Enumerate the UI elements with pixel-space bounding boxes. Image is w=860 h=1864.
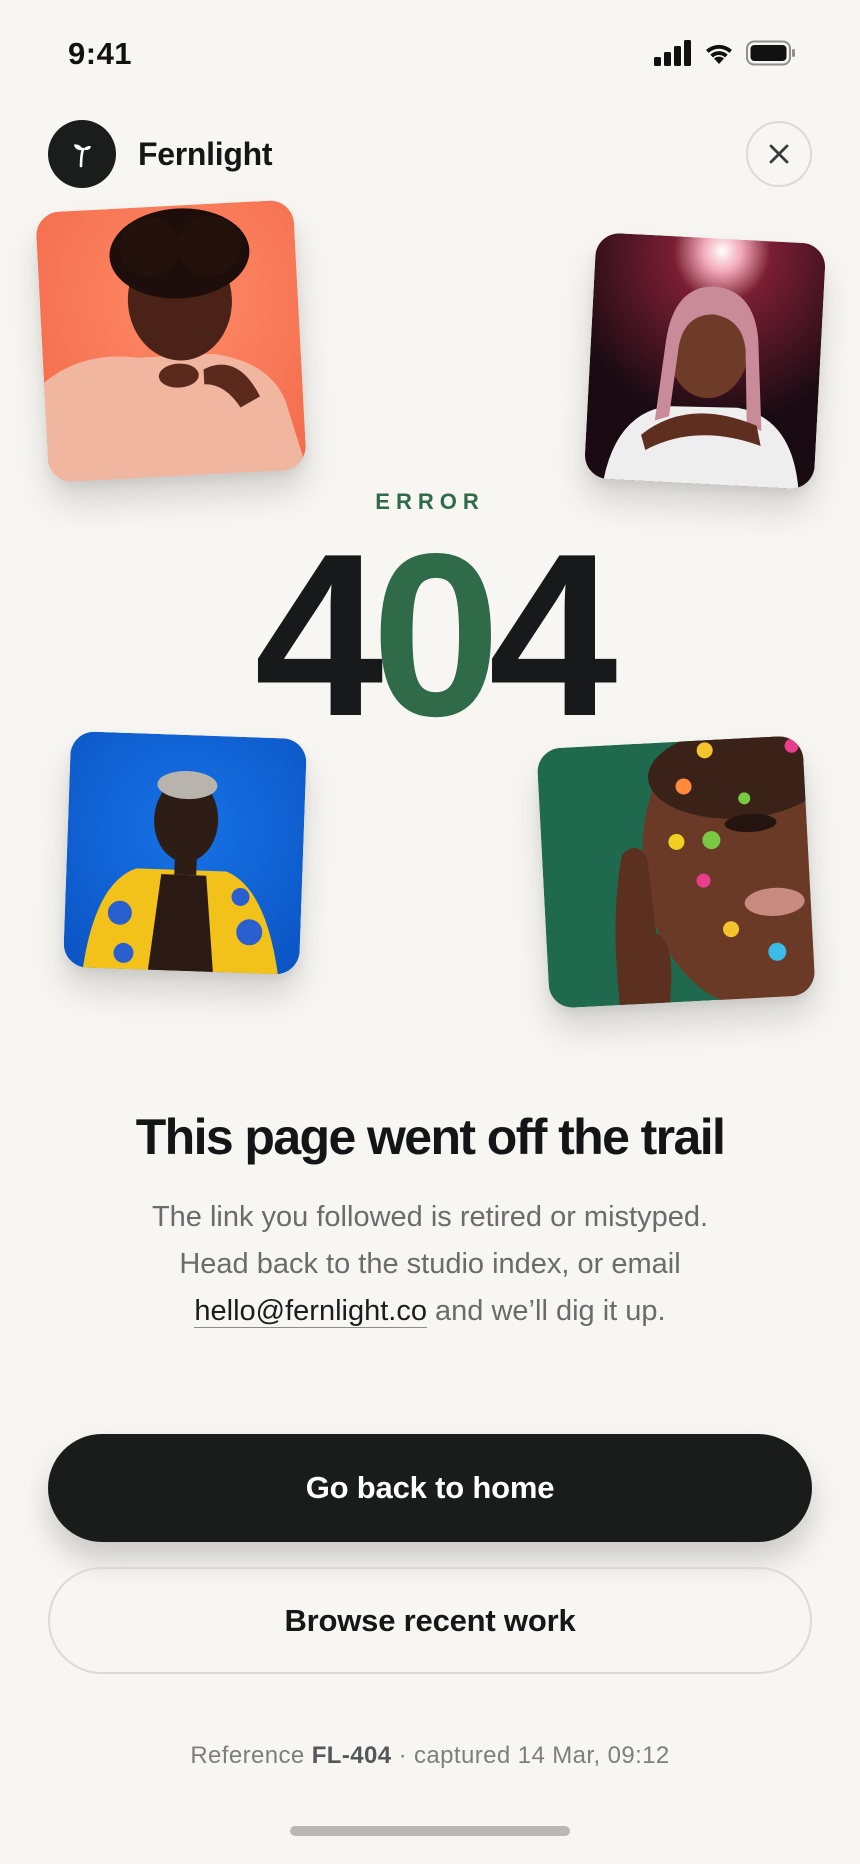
not-found-screen: 9:41 Fernlight ERROR 404 This page went … [0, 0, 860, 1864]
close-icon [769, 144, 789, 164]
sprout-icon [74, 144, 91, 168]
status-icons [654, 40, 796, 66]
portrait-photo-green [536, 735, 816, 1009]
error-code-digit: 4 [488, 506, 618, 765]
error-code: 404 [0, 520, 860, 752]
browse-work-button[interactable]: Browse recent work [48, 1567, 812, 1674]
status-bar: 9:41 [0, 0, 860, 110]
cellular-signal-icon [654, 40, 691, 66]
wifi-icon [706, 44, 732, 64]
close-button[interactable] [746, 121, 812, 187]
go-home-button[interactable]: Go back to home [48, 1434, 812, 1542]
description-line-2: Head back to the studio index, or email [179, 1248, 681, 1280]
home-indicator[interactable] [290, 1826, 570, 1836]
page-headline: This page went off the trail [135, 1109, 726, 1165]
reference-footer: Reference FL-404 · captured 14 Mar, 09:1… [0, 1742, 860, 1770]
portrait-photo-orange [35, 199, 307, 483]
brand-name: Fernlight [138, 135, 273, 172]
description-line-1: The link you followed is retired or mist… [151, 1201, 709, 1233]
reference-prefix: Reference [190, 1742, 312, 1769]
brand[interactable]: Fernlight [48, 120, 272, 188]
page-description: The link you followed is retired or mist… [110, 1194, 750, 1335]
description-line-3: and we’ll dig it up. [426, 1295, 666, 1327]
brand-logo [48, 120, 116, 188]
email-link[interactable]: hello@fernlight.co [194, 1295, 427, 1328]
captured-timestamp: · captured 14 Mar, 09:12 [391, 1742, 670, 1769]
status-time: 9:41 [68, 36, 133, 71]
portrait-photo-blue [62, 730, 308, 976]
error-code-digit-accent: 0 [371, 506, 500, 765]
reference-code: FL-404 [311, 1742, 392, 1769]
error-code-digit: 4 [254, 506, 383, 765]
battery-icon [746, 40, 795, 66]
portrait-photo-stage [583, 232, 827, 490]
